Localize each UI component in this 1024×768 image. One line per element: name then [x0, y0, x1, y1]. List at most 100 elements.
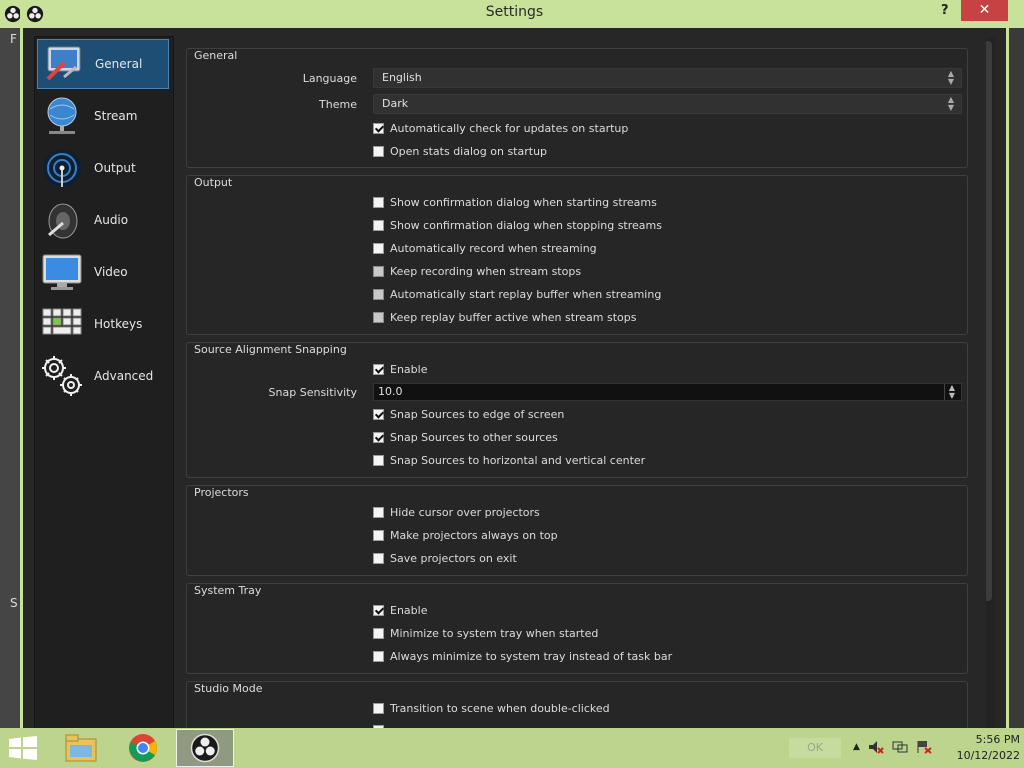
- sidebar-item-stream[interactable]: Stream: [37, 91, 169, 141]
- language-select[interactable]: English ▲ ▼: [373, 68, 962, 88]
- group-title: Output: [194, 176, 233, 189]
- checkbox-label: Keep recording when stream stops: [390, 265, 582, 278]
- sidebar-item-output[interactable]: Output: [37, 143, 169, 193]
- checkbox-label: Automatically check for updates on start…: [390, 122, 629, 135]
- taskbar-file-explorer[interactable]: [52, 729, 110, 767]
- chrome-icon: [129, 734, 157, 762]
- snap-sources-checkbox[interactable]: Snap Sources to other sources: [373, 431, 558, 444]
- checkbox-unchecked[interactable]: [373, 530, 384, 541]
- theme-value: Dark: [382, 97, 409, 110]
- volume-muted-icon[interactable]: [868, 740, 884, 754]
- checkbox-unchecked[interactable]: [373, 628, 384, 639]
- confirm-stop-stream-checkbox[interactable]: Show confirmation dialog when stopping s…: [373, 219, 662, 232]
- checkbox-unchecked[interactable]: [373, 146, 384, 157]
- network-icon[interactable]: [892, 740, 908, 754]
- ok-button[interactable]: OK: [789, 738, 841, 758]
- spin-arrows-icon[interactable]: ▲ ▼: [944, 384, 959, 400]
- checkbox-label: Automatically record when streaming: [390, 242, 597, 255]
- obs-icon: [190, 733, 220, 763]
- keep-replay-buffer-checkbox[interactable]: Keep replay buffer active when stream st…: [373, 311, 637, 324]
- checkbox-label: Show confirmation dialog when stopping s…: [390, 219, 662, 232]
- checkbox-label: Enable: [390, 363, 428, 376]
- minimize-started-checkbox[interactable]: Minimize to system tray when started: [373, 627, 598, 640]
- group-title: Studio Mode: [194, 682, 263, 695]
- tray-expand-icon[interactable]: ▲: [853, 742, 860, 752]
- checkbox-disabled[interactable]: [373, 266, 384, 277]
- always-minimize-checkbox[interactable]: Always minimize to system tray instead o…: [373, 650, 672, 663]
- group-title: System Tray: [194, 584, 262, 597]
- checkbox-checked[interactable]: [373, 432, 384, 443]
- sidebar-item-general[interactable]: General: [37, 39, 169, 89]
- checkbox-checked[interactable]: [373, 409, 384, 420]
- theme-label: Theme: [319, 98, 357, 111]
- checkbox-label: Open stats dialog on startup: [390, 145, 548, 158]
- sidebar-item-audio[interactable]: Audio: [37, 195, 169, 245]
- sidebar-item-label: General: [95, 57, 143, 71]
- background-left-column: F S: [0, 28, 22, 728]
- group-projectors: Projectors Hide cursor over projectors M…: [186, 485, 968, 576]
- checkbox-label: Enable: [390, 604, 428, 617]
- auto-replay-buffer-checkbox[interactable]: Automatically start replay buffer when s…: [373, 288, 661, 301]
- sidebar-item-label: Audio: [94, 213, 129, 227]
- group-title: Source Alignment Snapping: [194, 343, 347, 356]
- projectors-on-top-checkbox[interactable]: Make projectors always on top: [373, 529, 558, 542]
- checkbox-unchecked[interactable]: [373, 507, 384, 518]
- open-stats-checkbox[interactable]: Open stats dialog on startup: [373, 145, 547, 158]
- checkbox-disabled[interactable]: [373, 289, 384, 300]
- checkbox-label: Save projectors on exit: [390, 552, 517, 565]
- checkbox-unchecked[interactable]: [373, 197, 384, 208]
- save-projectors-checkbox[interactable]: Save projectors on exit: [373, 552, 517, 565]
- checkbox-unchecked[interactable]: [373, 553, 384, 564]
- snap-sensitivity-spinbox[interactable]: 10.0 ▲ ▼: [373, 383, 962, 401]
- tray-enable-checkbox[interactable]: Enable: [373, 604, 427, 617]
- snap-center-checkbox[interactable]: Snap Sources to horizontal and vertical …: [373, 454, 645, 467]
- hide-cursor-checkbox[interactable]: Hide cursor over projectors: [373, 506, 540, 519]
- close-button[interactable]: ✕: [961, 0, 1008, 21]
- sidebar-item-label: Hotkeys: [94, 317, 143, 331]
- checkbox-checked[interactable]: [373, 364, 384, 375]
- checkbox-checked[interactable]: [373, 605, 384, 616]
- checkbox-disabled[interactable]: [373, 312, 384, 323]
- taskbar-obs[interactable]: [176, 729, 234, 767]
- checkbox-unchecked[interactable]: [373, 455, 384, 466]
- sidebar-item-video[interactable]: Video: [37, 247, 169, 297]
- checkbox-label: Snap Sources to other sources: [390, 431, 558, 444]
- checkbox-unchecked[interactable]: [373, 651, 384, 662]
- combo-arrows-icon: ▲ ▼: [947, 69, 955, 86]
- sidebar-item-advanced[interactable]: Advanced: [37, 351, 169, 401]
- auto-record-checkbox[interactable]: Automatically record when streaming: [373, 242, 597, 255]
- checkbox-checked[interactable]: [373, 123, 384, 134]
- combo-arrows-icon: ▲ ▼: [947, 95, 955, 112]
- snap-edge-checkbox[interactable]: Snap Sources to edge of screen: [373, 408, 564, 421]
- checkbox-unchecked[interactable]: [373, 243, 384, 254]
- taskbar-chrome[interactable]: [114, 729, 172, 767]
- action-center-flag-icon[interactable]: [916, 740, 932, 754]
- video-monitor-icon: [39, 249, 85, 295]
- close-icon: ✕: [978, 2, 991, 18]
- output-signal-icon: [39, 145, 85, 191]
- windows-start-icon[interactable]: [8, 736, 38, 760]
- checkbox-unchecked[interactable]: [373, 703, 384, 714]
- dialog-body: General Stream Output Audio Video Hotkey…: [23, 28, 1006, 730]
- help-button[interactable]: ?: [941, 3, 949, 18]
- checkbox-label: Transition to scene when double-clicked: [390, 702, 610, 715]
- group-title: Projectors: [194, 486, 249, 499]
- checkbox-label: Show confirmation dialog when starting s…: [390, 196, 657, 209]
- snap-sensitivity-label: Snap Sensitivity: [268, 386, 357, 399]
- confirm-start-stream-checkbox[interactable]: Show confirmation dialog when starting s…: [373, 196, 657, 209]
- checkbox-unchecked[interactable]: [373, 220, 384, 231]
- theme-select[interactable]: Dark ▲ ▼: [373, 94, 962, 114]
- group-title: General: [194, 49, 238, 62]
- check-updates-checkbox[interactable]: Automatically check for updates on start…: [373, 122, 628, 135]
- checkbox-label: Minimize to system tray when started: [390, 627, 599, 640]
- keep-recording-checkbox[interactable]: Keep recording when stream stops: [373, 265, 581, 278]
- sidebar-item-label: Stream: [94, 109, 138, 123]
- taskbar-clock[interactable]: 5:56 PM 10/12/2022: [940, 732, 1020, 764]
- general-icon: [40, 41, 86, 87]
- sidebar-item-label: Output: [94, 161, 136, 175]
- file-explorer-icon: [65, 734, 97, 762]
- sidebar-item-hotkeys[interactable]: Hotkeys: [37, 299, 169, 349]
- transition-double-click-checkbox[interactable]: Transition to scene when double-clicked: [373, 702, 610, 715]
- snapping-enable-checkbox[interactable]: Enable: [373, 363, 427, 376]
- system-tray: ▲: [853, 740, 932, 754]
